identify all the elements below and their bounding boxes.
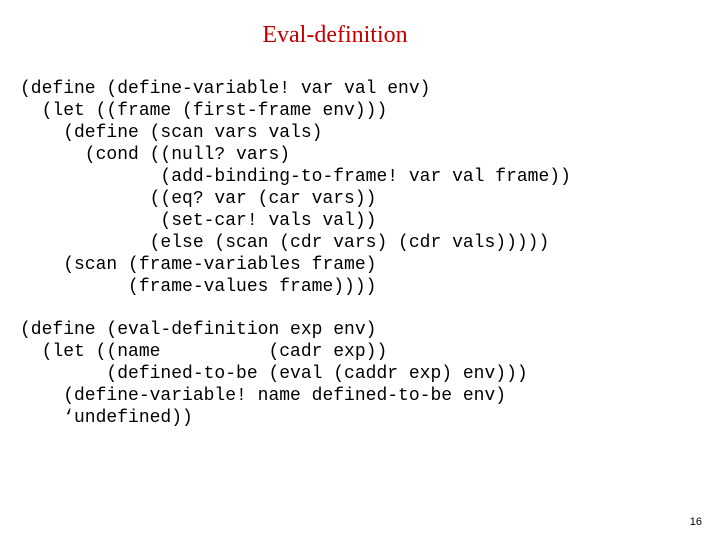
page-number: 16 bbox=[690, 516, 702, 528]
code-listing: (define (define-variable! var val env) (… bbox=[0, 59, 720, 430]
slide-title: Eval-definition bbox=[0, 0, 720, 59]
